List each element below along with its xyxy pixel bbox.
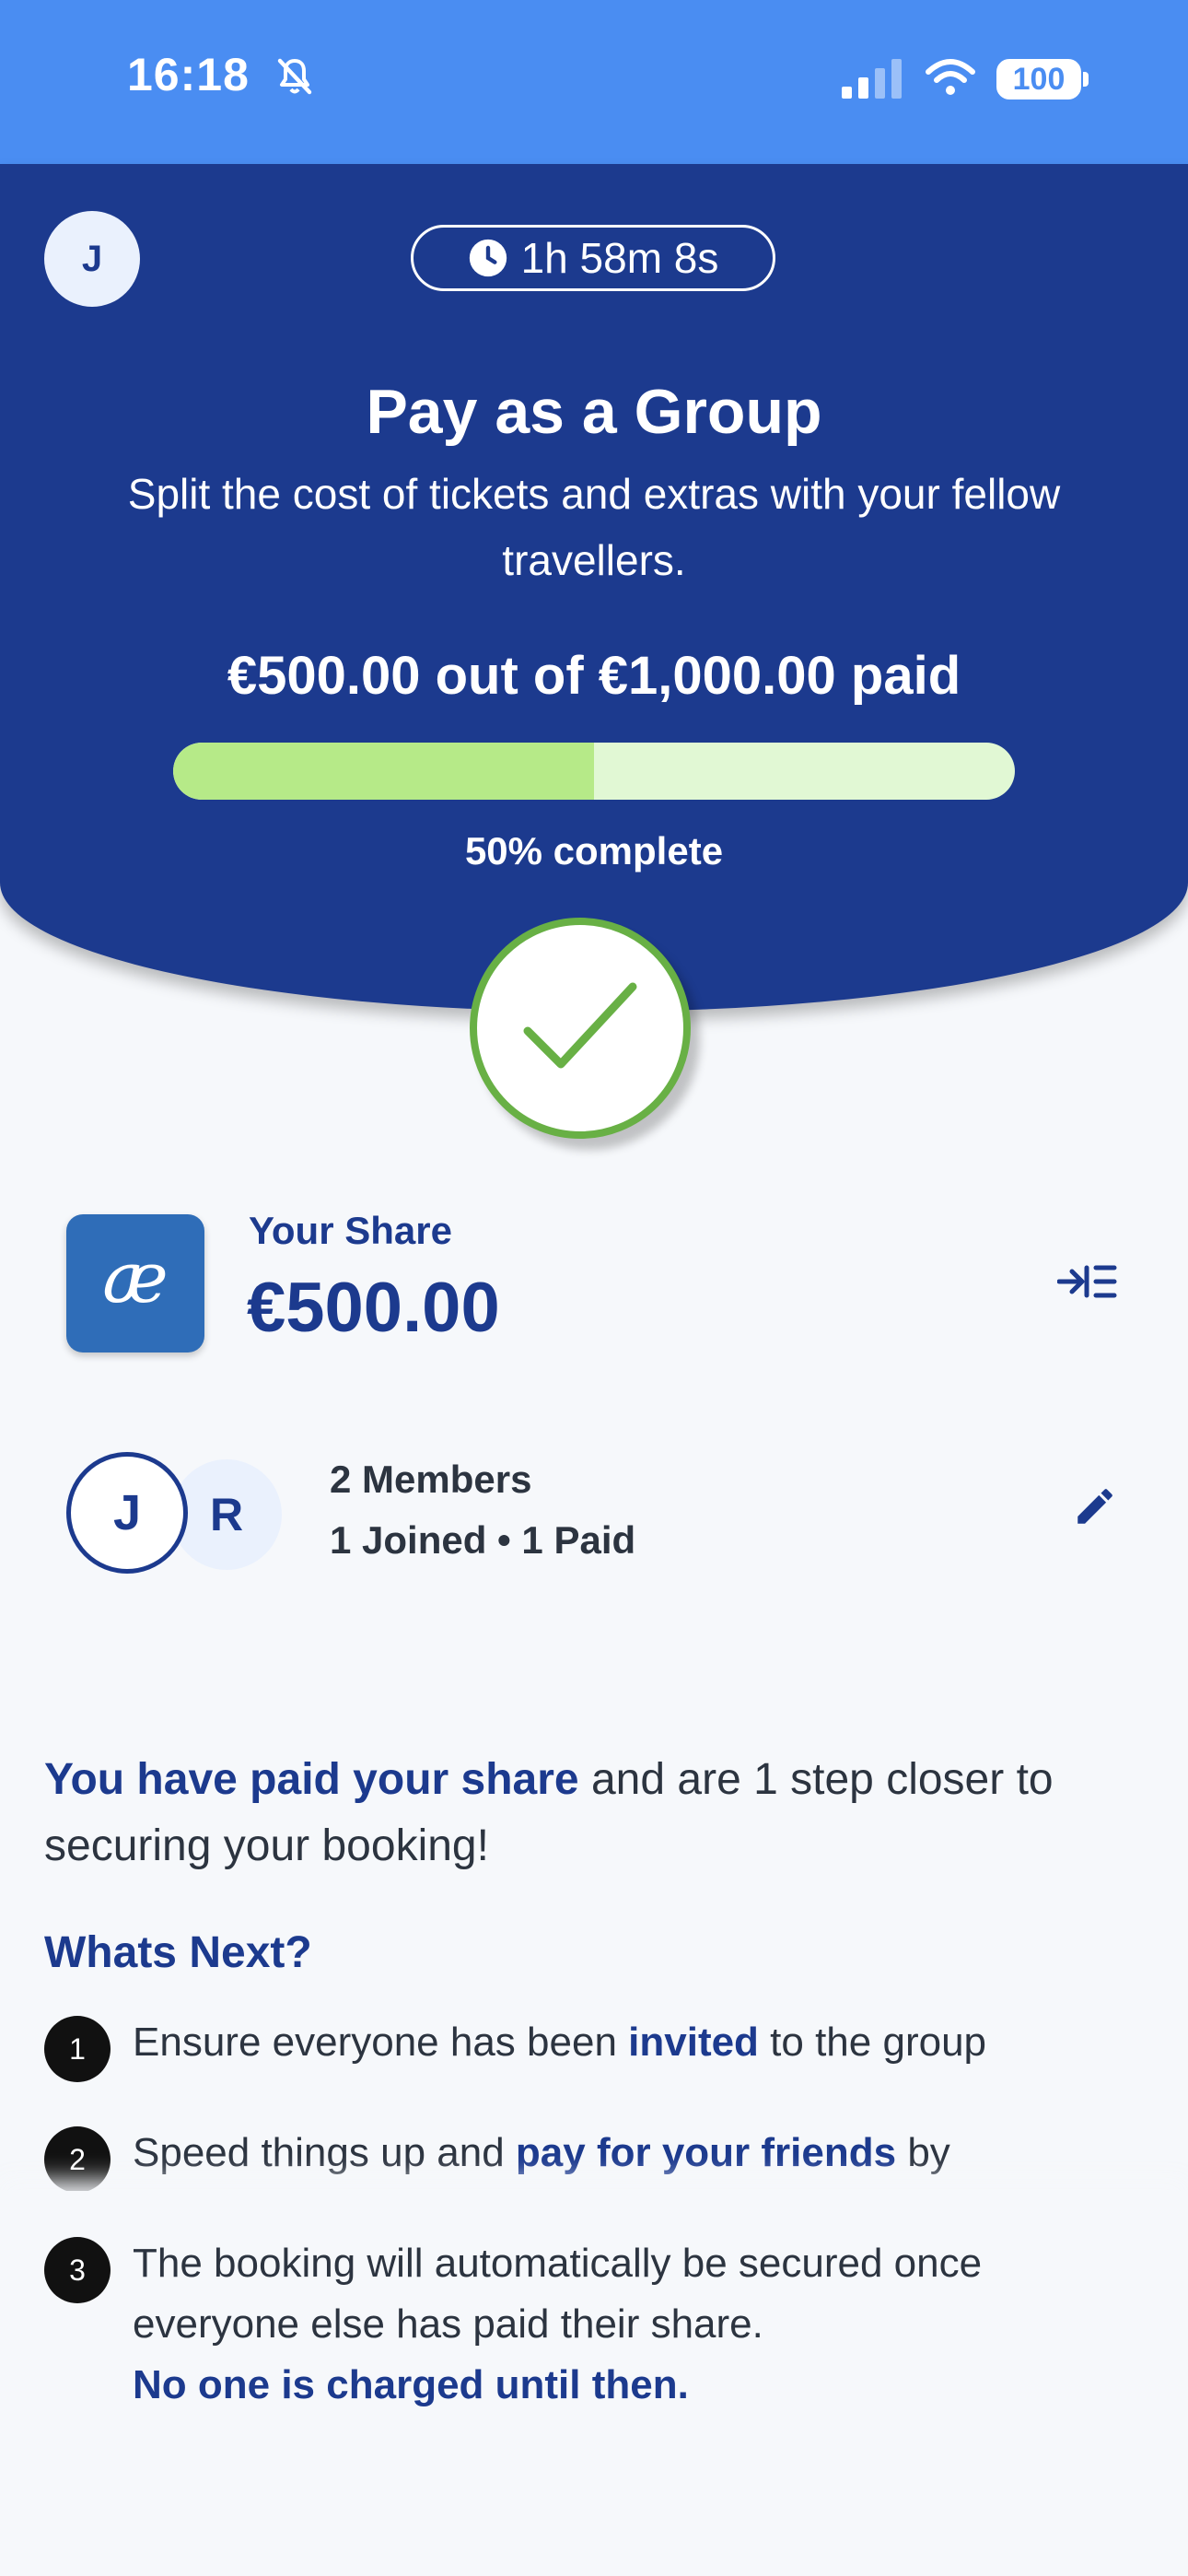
payment-progress-fill xyxy=(173,743,594,800)
battery-level: 100 xyxy=(1012,61,1066,97)
step-link[interactable]: invited xyxy=(628,2020,759,2065)
checkmark-icon xyxy=(523,982,637,1069)
clock-icon xyxy=(469,239,507,277)
step-text: Speed things up and pay for your friends… xyxy=(133,2130,950,2175)
step-text: Ensure everyone has been invited to the … xyxy=(133,2020,987,2065)
next-step: 1 Ensure everyone has been invited to th… xyxy=(44,2016,1149,2082)
page-subtitle: Split the cost of tickets and extras wit… xyxy=(127,470,1061,584)
next-step: 2 Speed things up and pay for your frien… xyxy=(44,2126,1149,2193)
bell-slash-icon xyxy=(277,58,312,95)
airline-logo-icon: æ xyxy=(102,1247,168,1318)
breakdown-toggle-icon[interactable] xyxy=(1057,1260,1118,1303)
wifi-icon xyxy=(926,59,975,95)
paid-summary: €500.00 out of €1,000.00 paid xyxy=(227,646,961,706)
step-number-badge: 3 xyxy=(44,2237,111,2303)
step-link[interactable]: pay for your friends xyxy=(516,2130,896,2175)
step-text: The booking will automatically be secure… xyxy=(133,2241,983,2407)
svg-text:æ: æ xyxy=(102,1247,168,1318)
paid-message-highlight: You have paid your share xyxy=(44,1755,579,1804)
battery-tip xyxy=(1083,72,1089,87)
members-count: 2 Members xyxy=(330,1458,532,1501)
paid-status-badge xyxy=(470,918,691,1139)
signal-icon xyxy=(842,59,902,99)
countdown-timer: 1h 58m 8s xyxy=(411,225,775,291)
next-step: 3 The booking will automatically be secu… xyxy=(44,2237,1149,2416)
member-avatar-current-user[interactable]: J xyxy=(66,1452,188,1574)
page-title: Pay as a Group xyxy=(366,377,822,447)
step-note: No one is charged until then. xyxy=(133,2362,689,2407)
edit-members-icon[interactable] xyxy=(1072,1483,1118,1529)
member-avatar[interactable]: R xyxy=(171,1459,282,1570)
timer-text: 1h 58m 8s xyxy=(520,234,719,282)
members-status: 1 Joined • 1 Paid xyxy=(330,1518,636,1562)
step-number-badge: 1 xyxy=(44,2016,111,2082)
your-share-label: Your Share xyxy=(249,1209,452,1252)
paid-confirmation-message: You have paid your share and are 1 step … xyxy=(44,1747,1149,1879)
battery-icon: 100 xyxy=(996,59,1081,100)
whats-next-heading: Whats Next? xyxy=(44,1928,312,1977)
status-time: 16:18 xyxy=(127,49,250,100)
user-avatar[interactable]: J xyxy=(44,211,140,307)
progress-label: 50% complete xyxy=(464,829,724,872)
your-share-amount: €500.00 xyxy=(247,1269,500,1347)
airline-logo: æ xyxy=(66,1214,204,1352)
payment-progress-bar xyxy=(173,743,1015,800)
step-number-badge: 2 xyxy=(44,2126,111,2193)
status-bar: 16:18 100 xyxy=(0,0,1188,164)
